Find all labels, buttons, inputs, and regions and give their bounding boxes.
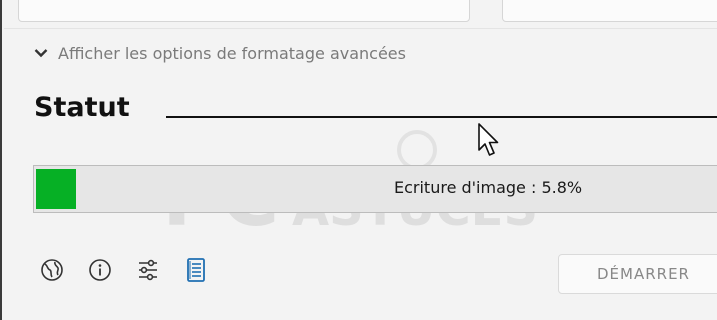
status-heading: Statut xyxy=(34,92,130,123)
log-icon[interactable] xyxy=(182,256,210,284)
toolbar-icons xyxy=(38,256,210,284)
globe-icon[interactable] xyxy=(38,256,66,284)
progress-fill xyxy=(36,169,76,209)
sliders-icon[interactable] xyxy=(134,256,162,284)
status-progress-bar: Ecriture d'image : 5.8% xyxy=(33,165,717,213)
advanced-format-options-label: Afficher les options de formatage avancé… xyxy=(58,43,406,63)
divider xyxy=(4,28,717,29)
rufus-window: Afficher les options de formatage avancé… xyxy=(0,0,717,320)
start-button[interactable]: DÉMARRER xyxy=(558,254,717,294)
mouse-cursor-icon xyxy=(478,123,499,156)
info-icon[interactable] xyxy=(86,256,114,284)
top-select-partial[interactable] xyxy=(502,0,717,22)
chevron-down-icon xyxy=(34,48,48,58)
advanced-format-options-toggle[interactable]: Afficher les options de formatage avancé… xyxy=(34,40,406,66)
progress-text: Ecriture d'image : 5.8% xyxy=(394,178,583,197)
top-input-partial[interactable] xyxy=(18,0,470,22)
status-divider xyxy=(166,116,717,118)
